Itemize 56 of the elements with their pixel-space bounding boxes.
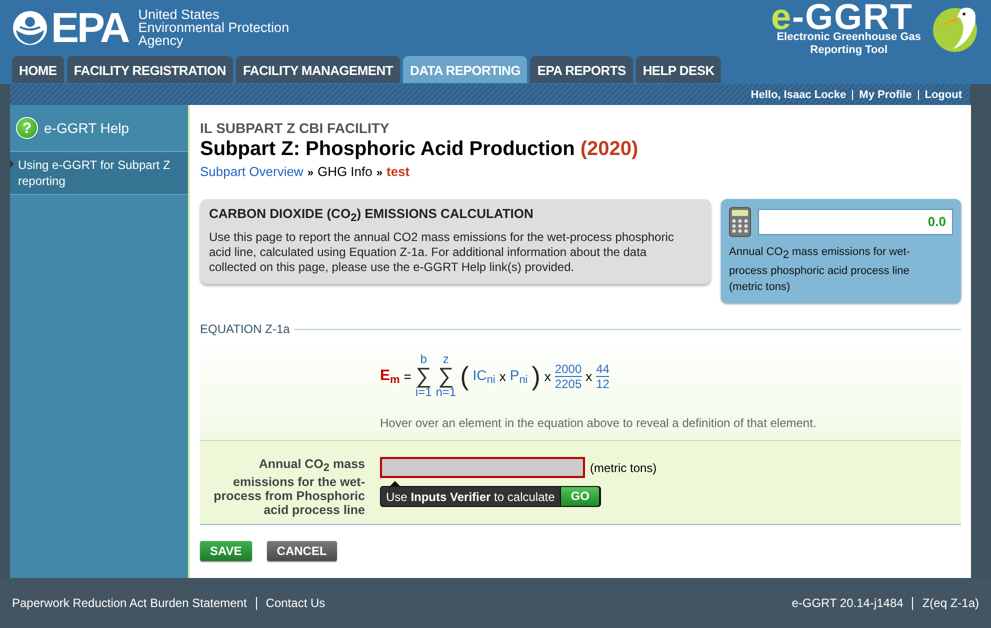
sidebar-title: e-GGRT Help: [44, 120, 130, 136]
nav-tab[interactable]: HELP DESK: [636, 56, 722, 83]
user-link[interactable]: Logout: [924, 88, 962, 100]
footer-link[interactable]: Paperwork Reduction Act Burden Statement: [12, 596, 247, 610]
sum-lower-limit: n=1: [436, 386, 456, 399]
nav-tab[interactable]: FACILITY MANAGEMENT: [236, 56, 400, 83]
epa-flower-icon: [12, 10, 48, 46]
app-name: Electronic Greenhouse Gas Reporting Tool: [776, 30, 921, 56]
cancel-button[interactable]: CANCEL: [266, 541, 337, 561]
sum-lower-limit: i=1: [415, 386, 432, 399]
facility-name: IL SUBPART Z CBI FACILITY: [200, 120, 390, 136]
breadcrumb-item: test: [386, 164, 410, 179]
fraction-denominator: 2205: [554, 376, 582, 390]
breadcrumb-separator: »: [307, 167, 314, 179]
nav-tab[interactable]: HOME: [12, 56, 64, 83]
equation-operator: =: [404, 368, 412, 384]
equation-result: E$_{m}$: [380, 366, 400, 386]
equation-operator: x: [499, 368, 506, 384]
user-link[interactable]: My Profile: [859, 88, 912, 100]
footer-text: Z(eq Z-1a): [922, 596, 979, 610]
summation-sign: ∑: [416, 366, 432, 386]
sidebar-item[interactable]: Using e-GGRT for Subpart Z reporting: [10, 151, 188, 195]
page-title: Subpart Z: Phosphoric Acid Production (2020): [200, 138, 640, 161]
equation-parenthesis: ): [532, 360, 540, 392]
fraction-numerator: 2000: [554, 362, 582, 376]
nav-tab[interactable]: FACILITY REGISTRATION: [66, 56, 233, 83]
breadcrumb-item: GHG Info: [317, 164, 372, 179]
sum-upper-limit: b: [420, 353, 427, 366]
equation-hint: Hover over an element in the equation above to reveal a definition of that element.: [380, 416, 818, 430]
total-value-field: 0.0: [758, 209, 953, 235]
help-icon: ?: [16, 117, 38, 139]
unit-label: (metric tons): [590, 460, 657, 474]
footer-text: e-GGRT 20.14-j1484: [792, 596, 904, 610]
save-button[interactable]: SAVE: [200, 541, 252, 561]
emissions-input-field[interactable]: [380, 457, 585, 478]
sum-upper-limit: z: [442, 353, 449, 366]
equation-operator: x: [586, 368, 592, 384]
info-heading: CARBON DIOXIDE (CO$_{2}$) EMISSIONS CALCULATION: [209, 206, 534, 224]
fraction-denominator: 12: [596, 376, 610, 390]
summation-sign: ∑: [438, 366, 454, 386]
verifier-tooltip-text: Use Inputs Verifier to calculate: [386, 490, 555, 504]
nav-tab[interactable]: EPA REPORTS: [530, 56, 633, 83]
equation-parenthesis: (: [460, 360, 469, 392]
section-heading: EQUATION Z-1a: [200, 322, 290, 336]
equation-variable[interactable]: P$_{ni}$: [510, 366, 528, 386]
breadcrumb-separator: »: [376, 167, 382, 179]
breadcrumb-link[interactable]: Subpart Overview: [200, 164, 304, 179]
calculator-icon: [729, 207, 751, 237]
footer-link[interactable]: Contact Us: [266, 596, 326, 610]
epa-logo-text: EPA: [51, 6, 128, 48]
info-text: Use this page to report the annual CO2 mass emissions for the wet-process phosphoric acid line, calculated using Equation Z-1a. For additional information about the data collected on this page, please use the e-GGRT Help link(s) provided.: [209, 230, 675, 275]
equation-variable[interactable]: IC$_{ni}$: [472, 366, 496, 386]
agency-name: United States Environmental Protection Agency: [138, 8, 290, 47]
equation-operator: x: [544, 368, 551, 384]
user-greeting: Hello, Isaac Locke: [750, 88, 846, 100]
fraction-numerator: 44: [596, 362, 610, 376]
